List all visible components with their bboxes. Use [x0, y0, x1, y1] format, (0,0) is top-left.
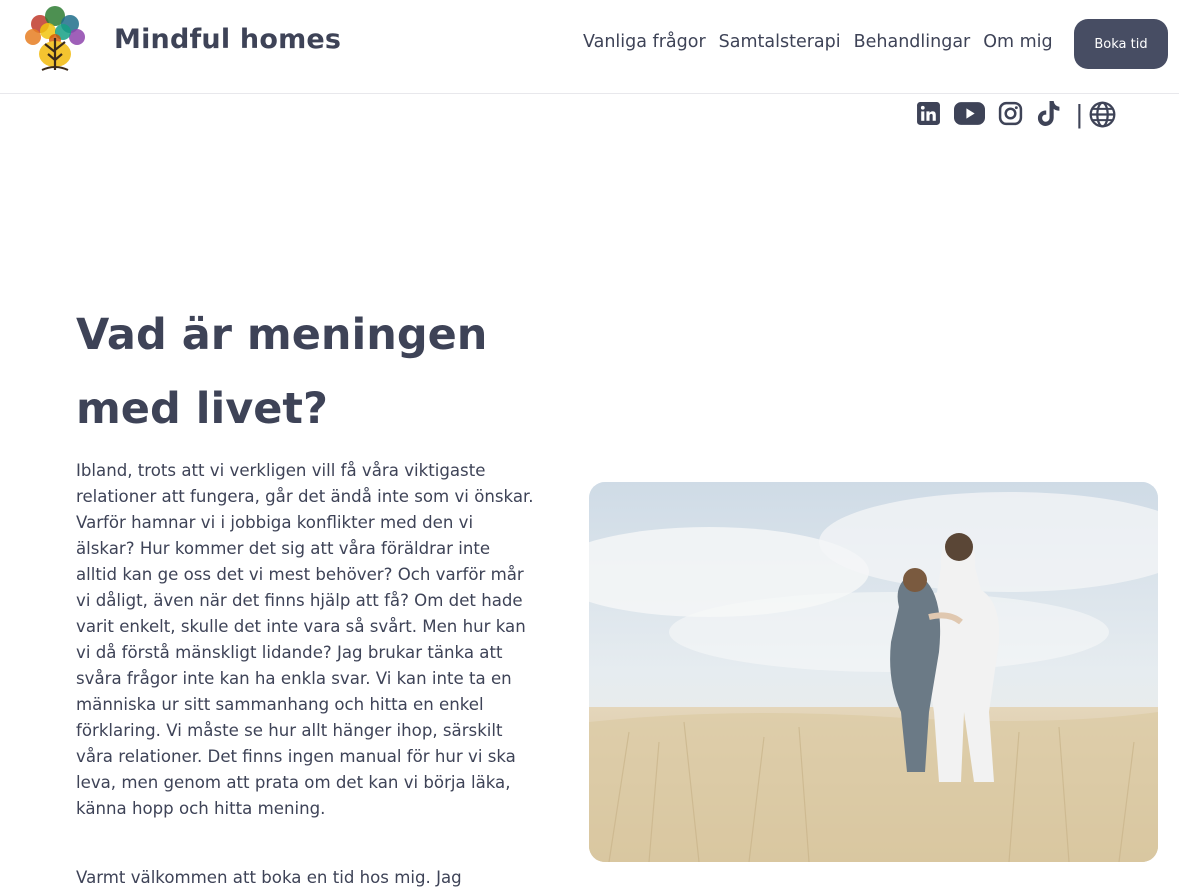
globe-icon[interactable]: [1089, 101, 1116, 128]
couple-in-field-image: [589, 482, 1158, 862]
separator: |: [1076, 99, 1083, 129]
site-header: Mindful homes Vanliga frågor Samtalstera…: [0, 0, 1179, 94]
book-appointment-button[interactable]: Boka tid: [1074, 19, 1168, 69]
brand-name[interactable]: Mindful homes: [114, 24, 341, 55]
page-title: Vad är meningen med livet?: [76, 310, 488, 434]
nav-item-treatments[interactable]: Behandlingar: [854, 30, 971, 54]
nav-item-talk-therapy[interactable]: Samtalsterapi: [719, 30, 841, 54]
linkedin-icon[interactable]: [916, 101, 941, 126]
instagram-icon[interactable]: [998, 101, 1023, 126]
nav-item-about[interactable]: Om mig: [983, 30, 1052, 54]
nav-item-faq[interactable]: Vanliga frågor: [583, 30, 706, 54]
main-nav: Vanliga frågor Samtalsterapi Behandlinga…: [583, 30, 1066, 54]
tree-logo-icon[interactable]: [18, 4, 92, 74]
intro-paragraph: Ibland, trots att vi verkligen vill få v…: [76, 461, 534, 818]
welcome-paragraph: Varmt välkommen att boka en tid hos mig.…: [76, 868, 462, 887]
youtube-icon[interactable]: [954, 102, 985, 125]
tiktok-icon[interactable]: [1036, 100, 1061, 127]
photo-illustration: [589, 482, 1158, 862]
